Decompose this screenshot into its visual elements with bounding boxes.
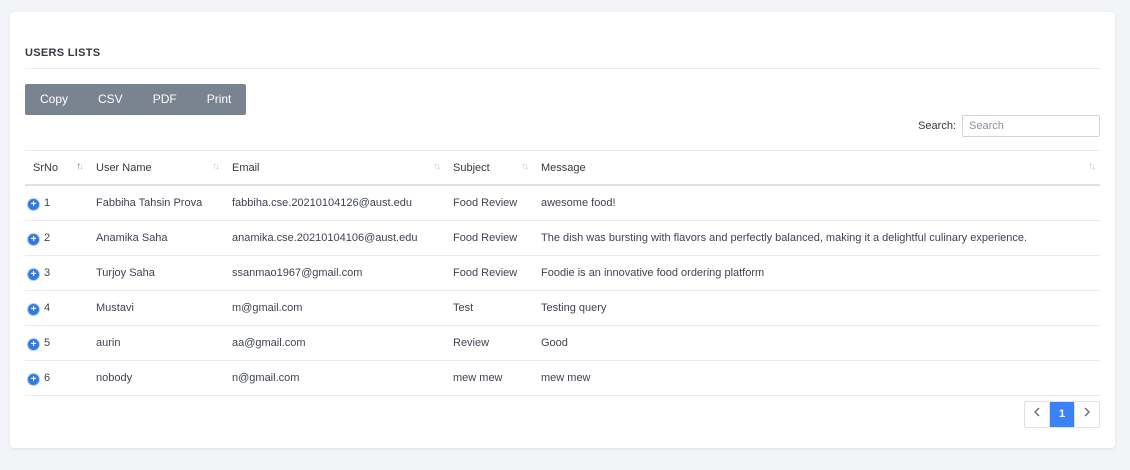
srno-cell: +4 — [25, 290, 88, 326]
search-label: Search: — [918, 120, 956, 132]
table-row: +3 Turjoy Saha ssanmao1967@gmail.com Foo… — [25, 255, 1100, 291]
email-cell: ssanmao1967@gmail.com — [224, 255, 445, 291]
subject-cell: Review — [445, 325, 533, 361]
expand-row-icon[interactable]: + — [28, 338, 39, 350]
subject-cell: Food Review — [445, 255, 533, 291]
message-cell: awesome food! — [533, 185, 1100, 221]
users-list-card: USERS LISTS Copy CSV PDF Print Search: S… — [10, 12, 1115, 448]
expand-row-icon[interactable]: + — [28, 303, 39, 315]
search-input[interactable] — [962, 115, 1100, 137]
expand-row-icon[interactable]: + — [28, 198, 39, 210]
table-row: +1 Fabbiha Tahsin Prova fabbiha.cse.2021… — [25, 185, 1100, 221]
pdf-button[interactable]: PDF — [138, 84, 192, 115]
message-cell: Testing query — [533, 290, 1100, 326]
message-cell: The dish was bursting with flavors and p… — [533, 220, 1100, 256]
subject-cell: Food Review — [445, 185, 533, 221]
title-divider — [25, 68, 1100, 69]
sort-icon: ↑↓ — [212, 161, 220, 172]
card-title: USERS LISTS — [25, 47, 101, 59]
next-page-button[interactable] — [1074, 402, 1099, 427]
column-header-srno[interactable]: SrNo ↑↓ — [25, 150, 88, 186]
users-table: SrNo ↑↓ User Name ↑↓ Email ↑↓ Subject ↑↓… — [25, 150, 1100, 396]
sort-icon: ↑↓ — [433, 161, 441, 172]
email-cell: anamika.cse.20210104106@aust.edu — [224, 220, 445, 256]
pagination: 1 — [1024, 401, 1100, 428]
copy-button[interactable]: Copy — [25, 84, 83, 115]
subject-cell: Test — [445, 290, 533, 326]
username-cell: Fabbiha Tahsin Prova — [88, 185, 224, 221]
email-cell: aa@gmail.com — [224, 325, 445, 361]
table-header-row: SrNo ↑↓ User Name ↑↓ Email ↑↓ Subject ↑↓… — [25, 150, 1100, 186]
srno-cell: +2 — [25, 220, 88, 256]
srno-cell: +3 — [25, 255, 88, 291]
username-cell: nobody — [88, 360, 224, 396]
column-header-message[interactable]: Message ↑↓ — [533, 150, 1100, 186]
email-cell: fabbiha.cse.20210104126@aust.edu — [224, 185, 445, 221]
table-row: +2 Anamika Saha anamika.cse.20210104106@… — [25, 220, 1100, 256]
column-header-email[interactable]: Email ↑↓ — [224, 150, 445, 186]
expand-row-icon[interactable]: + — [28, 373, 39, 385]
table-row: +4 Mustavi m@gmail.com Test Testing quer… — [25, 290, 1100, 326]
email-cell: n@gmail.com — [224, 360, 445, 396]
srno-cell: +6 — [25, 360, 88, 396]
srno-cell: +5 — [25, 325, 88, 361]
page-button-current[interactable]: 1 — [1050, 402, 1074, 427]
username-cell: Mustavi — [88, 290, 224, 326]
sort-icon: ↑↓ — [1088, 161, 1096, 172]
print-button[interactable]: Print — [192, 84, 247, 115]
search-bar: Search: — [918, 115, 1100, 137]
column-header-subject[interactable]: Subject ↑↓ — [445, 150, 533, 186]
srno-cell: +1 — [25, 185, 88, 221]
chevron-left-icon — [1033, 407, 1040, 417]
message-cell: mew mew — [533, 360, 1100, 396]
table-row: +6 nobody n@gmail.com mew mew mew mew — [25, 360, 1100, 396]
expand-row-icon[interactable]: + — [28, 268, 39, 280]
username-cell: aurin — [88, 325, 224, 361]
subject-cell: Food Review — [445, 220, 533, 256]
column-header-username[interactable]: User Name ↑↓ — [88, 150, 224, 186]
sort-icon: ↑↓ — [521, 161, 529, 172]
expand-row-icon[interactable]: + — [28, 233, 39, 245]
subject-cell: mew mew — [445, 360, 533, 396]
email-cell: m@gmail.com — [224, 290, 445, 326]
csv-button[interactable]: CSV — [83, 84, 138, 115]
previous-page-button[interactable] — [1025, 402, 1050, 427]
sort-asc-icon: ↑↓ — [76, 161, 84, 172]
username-cell: Turjoy Saha — [88, 255, 224, 291]
message-cell: Good — [533, 325, 1100, 361]
export-button-group: Copy CSV PDF Print — [25, 84, 247, 115]
table-row: +5 aurin aa@gmail.com Review Good — [25, 325, 1100, 361]
chevron-right-icon — [1084, 407, 1091, 417]
message-cell: Foodie is an innovative food ordering pl… — [533, 255, 1100, 291]
username-cell: Anamika Saha — [88, 220, 224, 256]
